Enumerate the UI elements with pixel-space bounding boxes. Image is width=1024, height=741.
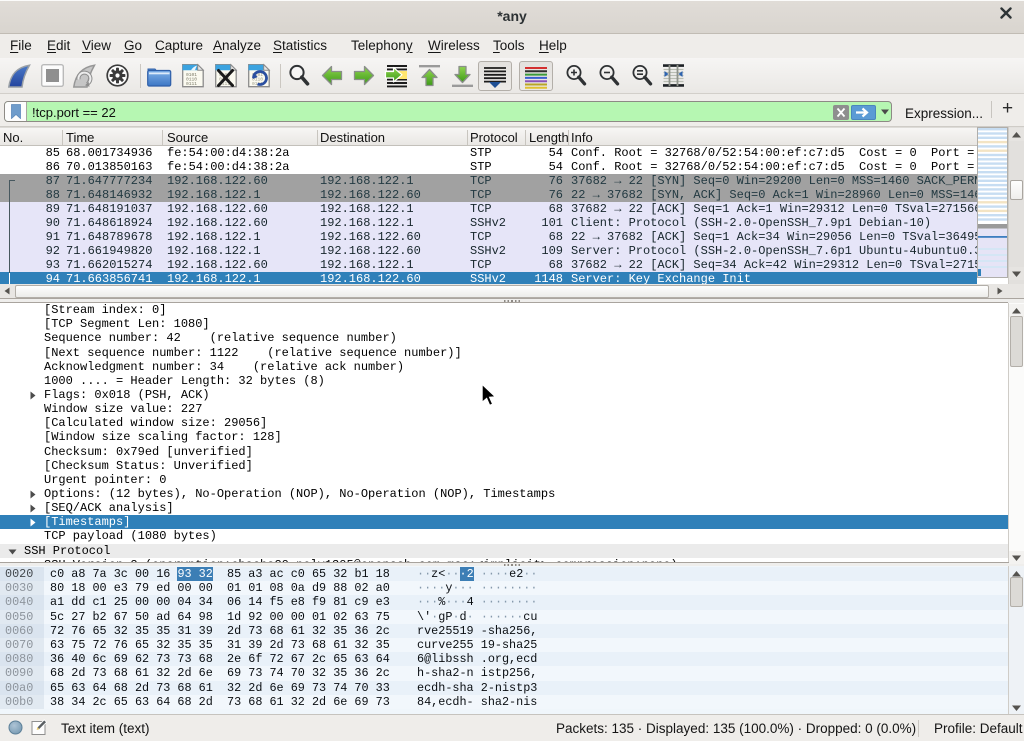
svg-text:0111: 0111 — [186, 81, 197, 87]
